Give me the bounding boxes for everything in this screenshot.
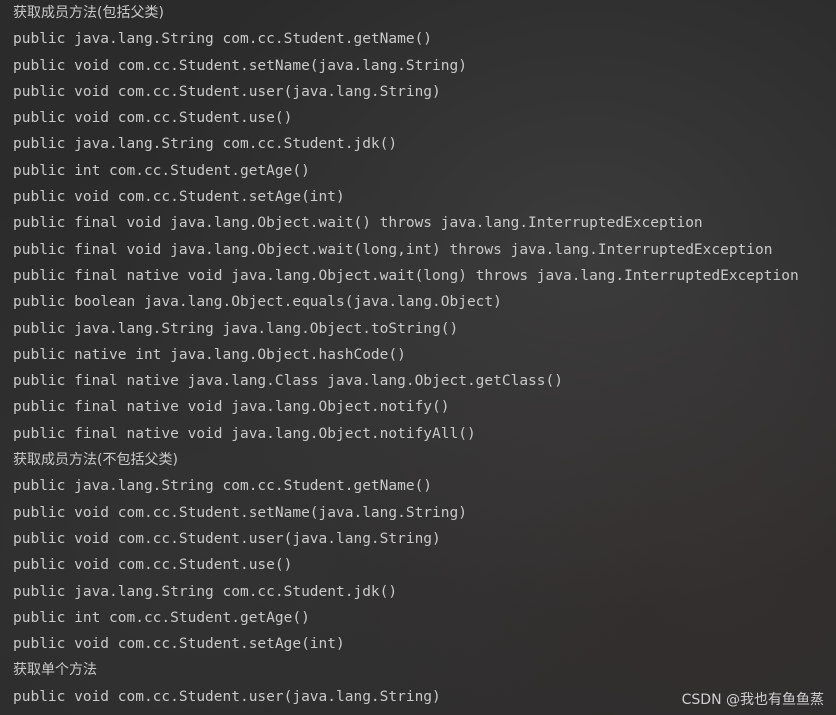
console-line: public java.lang.String com.cc.Student.j… (13, 136, 398, 153)
console-line: public java.lang.String java.lang.Object… (13, 320, 459, 337)
console-line: public final void java.lang.Object.wait(… (13, 241, 773, 258)
console-line-section-header: 获取成员方法(不包括父类) (13, 452, 178, 469)
console-line: public void com.cc.Student.setName(java.… (13, 504, 467, 521)
console-line: public int com.cc.Student.getAge() (13, 609, 310, 626)
console-line: public boolean java.lang.Object.equals(j… (13, 294, 502, 311)
console-line: public java.lang.String com.cc.Student.g… (13, 478, 433, 495)
console-line-section-header: 获取成员方法(包括父类) (13, 5, 164, 21)
console-line: public int com.cc.Student.getAge() (13, 162, 310, 179)
console-line: public java.lang.String com.cc.Student.g… (13, 31, 433, 48)
console-line: public final native void java.lang.Objec… (13, 267, 799, 284)
console-line: public void com.cc.Student.setName(java.… (13, 57, 467, 74)
console-line: public void com.cc.Student.setAge(int) (13, 636, 345, 653)
console-line: public final native void java.lang.Objec… (13, 425, 476, 442)
console-output[interactable]: 获取成员方法(包括父类) public java.lang.String com… (13, 0, 836, 710)
console-line: public native int java.lang.Object.hashC… (13, 346, 406, 363)
console-line: public void com.cc.Student.use() (13, 557, 293, 574)
console-line: public void com.cc.Student.use() (13, 110, 293, 127)
console-line: public void com.cc.Student.setAge(int) (13, 189, 345, 206)
console-line: public final native java.lang.Class java… (13, 373, 563, 390)
watermark: CSDN @我也有鱼鱼蒸 (681, 692, 824, 708)
console-line: public void com.cc.Student.user(java.lan… (13, 530, 441, 547)
console-line: public java.lang.String com.cc.Student.j… (13, 583, 398, 600)
console-line: public final void java.lang.Object.wait(… (13, 215, 703, 232)
console-line: public final native void java.lang.Objec… (13, 399, 450, 416)
console-line: public void com.cc.Student.user(java.lan… (13, 83, 441, 100)
console-line-section-header: 获取单个方法 (13, 662, 97, 679)
